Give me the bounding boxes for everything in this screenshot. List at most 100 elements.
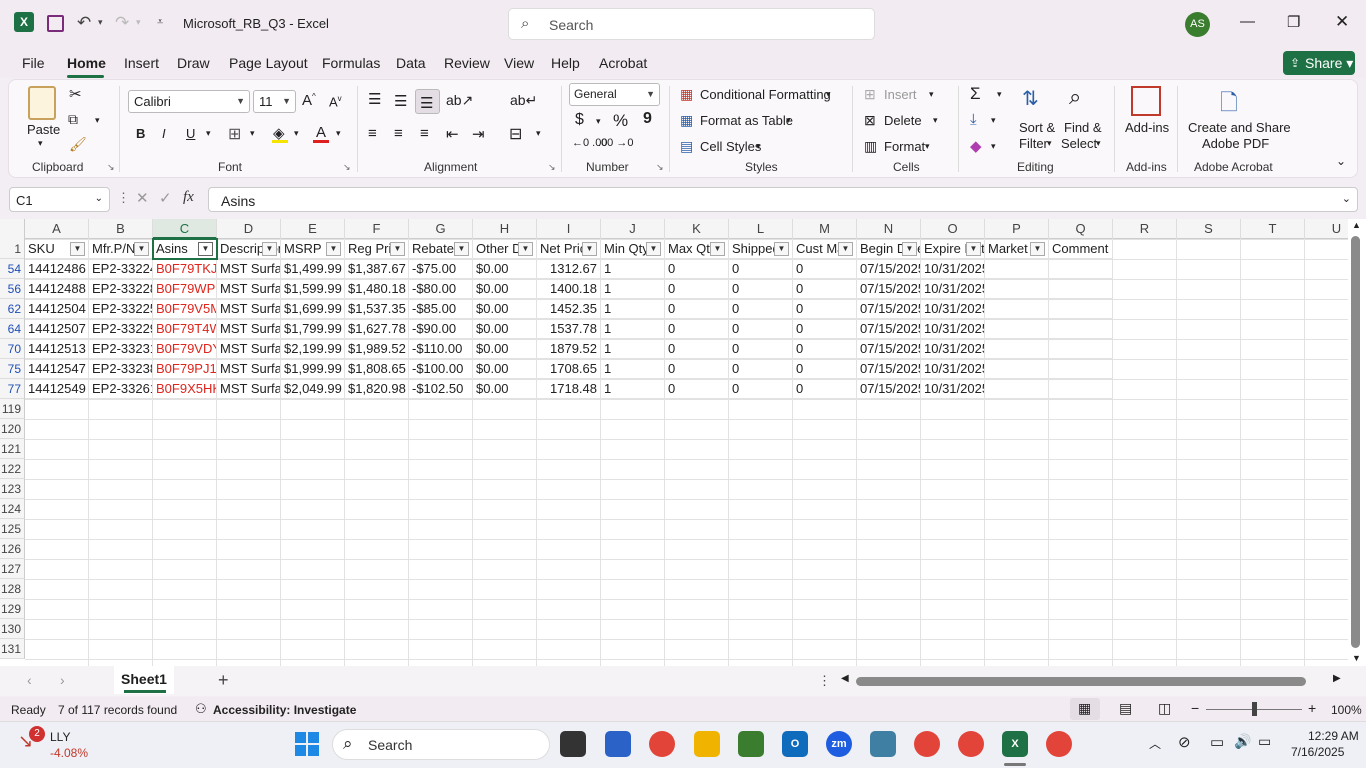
page-layout-view-icon[interactable]: ▤ [1119, 700, 1132, 717]
sort-filter-button-line1[interactable]: Sort & [1019, 120, 1055, 135]
find-select-button-line1[interactable]: Find & [1064, 120, 1102, 135]
filter-dropdown-icon[interactable]: ▼ [70, 242, 85, 256]
table-cell[interactable]: 10/31/2025 [921, 319, 985, 339]
volume-icon[interactable]: 🔊 [1234, 733, 1251, 750]
filter-dropdown-icon[interactable]: ▼ [454, 242, 469, 256]
table-cell[interactable]: $1,999.99 [281, 359, 345, 379]
paste-button[interactable]: Paste [27, 122, 60, 137]
orientation-icon[interactable]: ab↗ [446, 92, 473, 109]
number-format-select[interactable]: General ▼ [569, 83, 660, 106]
stock-ticker[interactable]: LLY [50, 730, 70, 744]
column-header-r[interactable]: R [1113, 219, 1177, 239]
insert-cells-button[interactable]: Insert [884, 87, 917, 102]
zoom-slider-handle[interactable] [1252, 702, 1257, 716]
cell-styles-button[interactable]: Cell Styles [700, 139, 761, 154]
spreadsheet-grid[interactable]: ABCDEFGHIJKLMNOPQRSTU 1 SKU ▼ Mfr.P/N ▼ Asins… [0, 219, 1348, 666]
filter-dropdown-icon[interactable]: ▼ [390, 242, 405, 256]
table-cell[interactable] [985, 319, 1049, 339]
table-cell[interactable]: $0.00 [473, 339, 537, 359]
table-cell[interactable]: EP2-33225 [89, 299, 153, 319]
table-cell[interactable]: $1,627.78 [345, 319, 409, 339]
table-cell[interactable]: MST Surface [217, 259, 281, 279]
row-header[interactable]: 119 [0, 399, 25, 419]
row-header[interactable]: 120 [0, 419, 25, 439]
row-header[interactable]: 122 [0, 459, 25, 479]
create-share-pdf-line1[interactable]: Create and Share [1188, 120, 1291, 135]
table-cell[interactable]: MST Surface [217, 299, 281, 319]
autosum-dropdown-icon[interactable]: ▾ [997, 89, 1002, 100]
chrome-icon[interactable] [649, 731, 675, 757]
table-cell[interactable]: MST Surface [217, 279, 281, 299]
comma-style-icon[interactable]: 9 [643, 110, 652, 128]
table-cell[interactable]: 1 [601, 379, 665, 399]
table-cell[interactable] [1049, 299, 1113, 319]
table-header-cell[interactable]: Other D ▼ [473, 239, 537, 259]
row-header[interactable]: 54 [0, 259, 25, 279]
row-header[interactable]: 126 [0, 539, 25, 559]
tab-review[interactable]: Review [444, 55, 490, 71]
find-select-button-line2[interactable]: Select [1061, 136, 1097, 151]
table-cell[interactable]: EP2-33229 [89, 319, 153, 339]
row-header[interactable]: 130 [0, 619, 25, 639]
decrease-font-icon[interactable]: Av [329, 94, 342, 109]
table-header-cell[interactable]: Cust Max ▼ [793, 239, 857, 259]
filter-dropdown-icon[interactable]: ▼ [1030, 242, 1045, 256]
table-cell[interactable]: MST Surface [217, 319, 281, 339]
currency-dropdown-icon[interactable]: ▾ [596, 116, 601, 127]
redo-dropdown-icon[interactable]: ▾ [136, 17, 141, 28]
outlook-icon[interactable]: O [782, 731, 808, 757]
create-share-pdf-line2[interactable]: Adobe PDF [1202, 136, 1269, 151]
decrease-decimal-icon[interactable]: .00 →0 [598, 137, 633, 149]
undo-dropdown-icon[interactable]: ▾ [98, 17, 103, 28]
app-diamond-icon[interactable] [870, 731, 896, 757]
table-cell[interactable]: $1,499.99 [281, 259, 345, 279]
table-cell[interactable] [985, 379, 1049, 399]
table-header-cell[interactable]: MSRP ▼ [281, 239, 345, 259]
tab-draw[interactable]: Draw [177, 55, 210, 71]
tab-page-layout[interactable]: Page Layout [229, 55, 308, 71]
table-cell[interactable]: 1 [601, 279, 665, 299]
table-cell[interactable]: $1,599.99 [281, 279, 345, 299]
table-cell[interactable]: 0 [729, 279, 793, 299]
row-header[interactable]: 131 [0, 639, 25, 659]
zoom-level[interactable]: 100% [1331, 703, 1362, 717]
table-header-cell[interactable]: Rebate ▼ [409, 239, 473, 259]
cut-icon[interactable]: ✂ [69, 85, 82, 103]
battery-icon[interactable]: ▭ [1258, 733, 1271, 750]
table-cell[interactable]: 07/15/2025 [857, 279, 921, 299]
table-header-cell[interactable]: Reg Price ▼ [345, 239, 409, 259]
table-cell[interactable]: B0F79TKJN [153, 259, 217, 279]
table-cell[interactable]: 10/31/2025 [921, 259, 985, 279]
zoom-app-icon[interactable]: zm [826, 731, 852, 757]
font-color-icon[interactable]: A [316, 124, 326, 141]
table-cell[interactable]: $1,699.99 [281, 299, 345, 319]
clear-dropdown-icon[interactable]: ▾ [991, 141, 996, 152]
table-header-cell[interactable]: Min Qty ▼ [601, 239, 665, 259]
paste-icon[interactable] [28, 86, 56, 120]
table-cell[interactable]: 0 [793, 359, 857, 379]
table-header-cell[interactable]: Begin Date ▼ [857, 239, 921, 259]
page-break-view-icon[interactable]: ◫ [1158, 700, 1171, 717]
table-cell[interactable]: EP2-33238 [89, 359, 153, 379]
row-header[interactable]: 62 [0, 299, 25, 319]
tab-formulas[interactable]: Formulas [322, 55, 380, 71]
restore-icon[interactable]: ❐ [1287, 13, 1300, 31]
table-cell[interactable]: 14412504 [25, 299, 89, 319]
column-header-q[interactable]: Q [1049, 219, 1113, 239]
tab-home[interactable]: Home [67, 55, 106, 71]
delete-cells-button[interactable]: Delete [884, 113, 922, 128]
add-ins-button[interactable]: Add-ins [1125, 120, 1169, 135]
table-cell[interactable]: 10/31/2025 [921, 379, 985, 399]
sort-filter-button-line2[interactable]: Filter [1019, 136, 1048, 151]
table-cell[interactable]: $0.00 [473, 319, 537, 339]
table-cell[interactable]: $1,537.35 [345, 299, 409, 319]
table-cell[interactable]: 14412549 [25, 379, 89, 399]
table-cell[interactable] [1049, 339, 1113, 359]
table-cell[interactable]: 0 [793, 259, 857, 279]
zoom-out-icon[interactable]: − [1191, 700, 1199, 716]
column-header-g[interactable]: G [409, 219, 473, 239]
fill-dropdown-icon[interactable]: ▾ [991, 115, 996, 126]
clock-date[interactable]: 7/16/2025 [1291, 745, 1344, 759]
table-cell[interactable]: 0 [729, 299, 793, 319]
table-cell[interactable]: 1 [601, 359, 665, 379]
